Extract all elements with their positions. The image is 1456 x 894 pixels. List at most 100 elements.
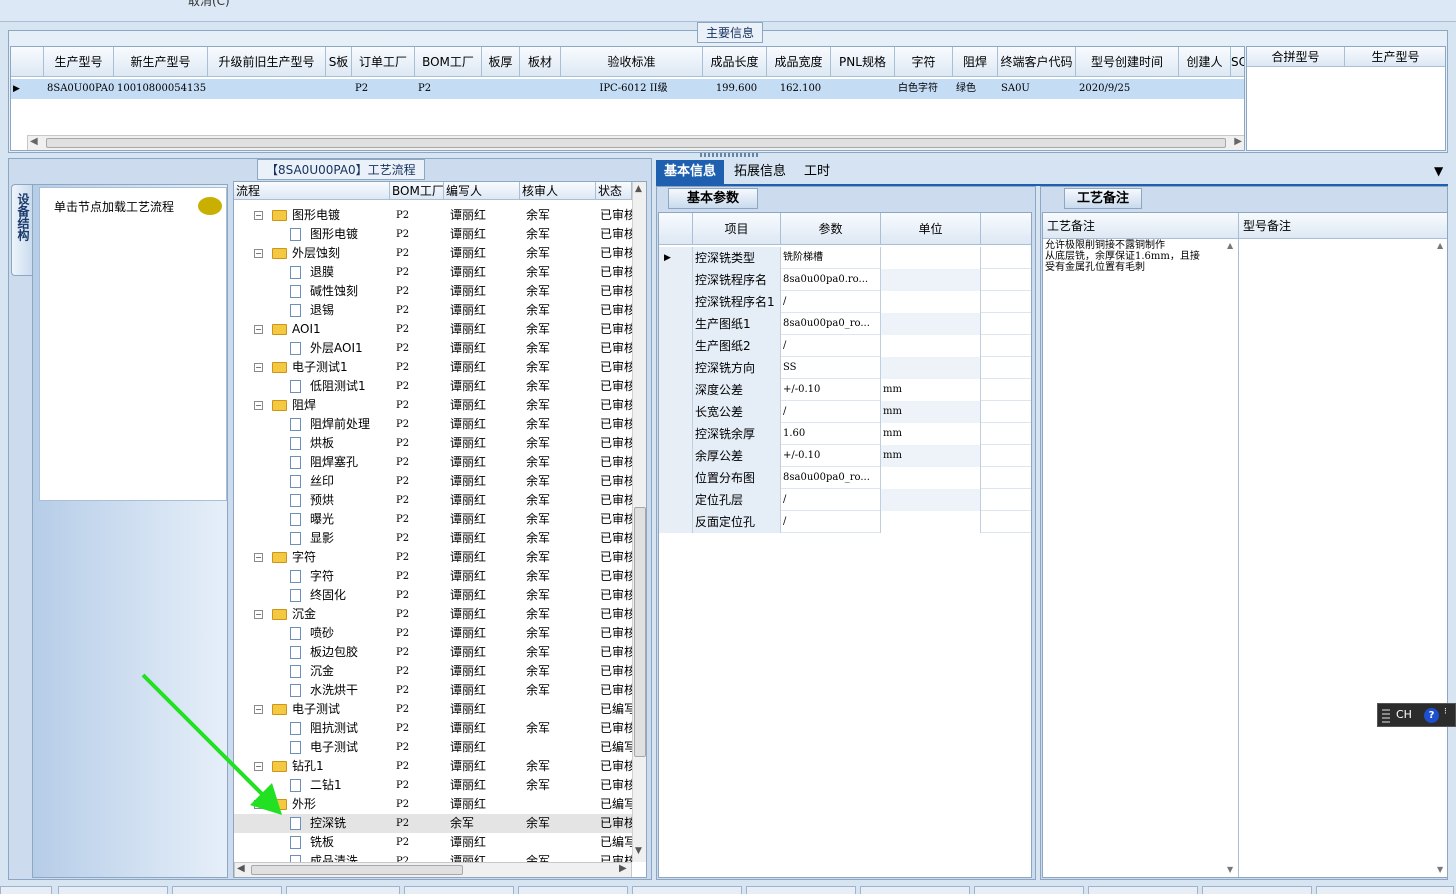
params-row[interactable]: 余厚公差 +/-0.10 mm: [659, 445, 1031, 467]
equipment-structure-tab[interactable]: 设备结构: [11, 184, 33, 276]
main-info-col-header[interactable]: 板材: [520, 47, 561, 77]
tree-col-header[interactable]: 核审人: [520, 182, 596, 200]
notes-scroll-up-icon[interactable]: ▲: [1227, 241, 1233, 250]
main-info-hscrollbar[interactable]: ◀ ▶: [27, 135, 1244, 150]
tree-row[interactable]: 成品清洗 P2 谭丽红 余军 已审核: [234, 852, 632, 862]
tree-collapse-icon[interactable]: −: [254, 363, 263, 372]
tree-node-label[interactable]: 电子测试: [292, 700, 390, 719]
params-row[interactable]: 生产图纸2/: [659, 335, 1031, 357]
params-value-cell[interactable]: /: [781, 511, 881, 533]
tree-collapse-icon[interactable]: −: [254, 211, 263, 220]
main-info-scroll-thumb[interactable]: [46, 138, 1226, 148]
tree-node-label[interactable]: 阻焊塞孔: [310, 453, 390, 472]
tree-row[interactable]: 二钻1 P2 谭丽红 余军 已审核: [234, 776, 632, 795]
tree-node-label[interactable]: 电子测试: [310, 738, 390, 757]
bottom-tab[interactable]: [172, 886, 282, 894]
tree-node-label[interactable]: 图形电镀: [292, 206, 390, 225]
tree-node-label[interactable]: 钻孔1: [292, 757, 390, 776]
params-value-cell[interactable]: 8sa0u00pa0_ro...: [781, 467, 881, 489]
params-unit-cell[interactable]: [881, 313, 981, 335]
scroll-right-icon[interactable]: ▶: [1234, 136, 1242, 147]
main-info-col-header[interactable]: 终端客户代码: [998, 47, 1076, 77]
params-value-cell[interactable]: /: [781, 291, 881, 313]
params-row[interactable]: 长宽公差 / mm: [659, 401, 1031, 423]
params-unit-cell[interactable]: [881, 357, 981, 379]
tree-row[interactable]: 退膜 P2 谭丽红 余军 已审核: [234, 263, 632, 282]
main-info-col-header[interactable]: 升级前旧生产型号: [208, 47, 326, 77]
tree-row[interactable]: 水洗烘干 P2 谭丽红 余军 已审核: [234, 681, 632, 700]
params-unit-cell[interactable]: mm: [881, 445, 981, 467]
bottom-tab[interactable]: [518, 886, 628, 894]
bottom-tab[interactable]: [860, 886, 970, 894]
params-unit-cell[interactable]: [881, 291, 981, 313]
params-unit-cell[interactable]: [881, 511, 981, 533]
tree-node-label[interactable]: 字符: [310, 567, 390, 586]
tree-node-label[interactable]: 外形: [292, 795, 390, 814]
main-info-col-header[interactable]: 成品宽度: [767, 47, 831, 77]
bottom-tab[interactable]: [58, 886, 168, 894]
tree-row[interactable]: − 外层蚀刻 P2 谭丽红 余军 已审核: [234, 244, 632, 263]
main-info-cell[interactable]: 8SA0U00PA0: [47, 79, 114, 99]
tree-row[interactable]: − 图形电镀 P2 谭丽红 余军 已审核: [234, 206, 632, 225]
tab-extended-info[interactable]: 拓展信息: [726, 160, 794, 184]
tree-node-label[interactable]: 低阻测试1: [310, 377, 390, 396]
params-value-cell[interactable]: 8sa0u00pa0.ro...: [781, 269, 881, 291]
tree-row[interactable]: 字符 P2 谭丽红 余军 已审核: [234, 567, 632, 586]
tree-row[interactable]: 沉金 P2 谭丽红 余军 已审核: [234, 662, 632, 681]
params-row[interactable]: 深度公差 +/-0.10 mm: [659, 379, 1031, 401]
params-unit-cell[interactable]: [881, 247, 981, 269]
main-info-col-header[interactable]: 型号创建时间: [1076, 47, 1179, 77]
bottom-tab[interactable]: [1316, 886, 1454, 894]
tree-row[interactable]: 外层AOI1 P2 谭丽红 余军 已审核: [234, 339, 632, 358]
bottom-tab[interactable]: [746, 886, 856, 894]
params-unit-cell[interactable]: [881, 489, 981, 511]
params-row[interactable]: 控深铣余厚 1.60 mm: [659, 423, 1031, 445]
tree-node-label[interactable]: 显影: [310, 529, 390, 548]
tree-row[interactable]: 喷砂 P2 谭丽红 余军 已审核: [234, 624, 632, 643]
main-info-cell[interactable]: 白色字符: [898, 79, 953, 99]
params-row[interactable]: 反面定位孔 /: [659, 511, 1031, 533]
tree-row[interactable]: 低阻测试1 P2 谭丽红 余军 已审核: [234, 377, 632, 396]
tree-row[interactable]: 显影 P2 谭丽红 余军 已审核: [234, 529, 632, 548]
tree-col-header[interactable]: 编写人: [444, 182, 520, 200]
tree-collapse-icon[interactable]: −: [254, 325, 263, 334]
tree-node-label[interactable]: 二钻1: [310, 776, 390, 795]
main-info-col-header[interactable]: 字符: [895, 47, 953, 77]
main-info-col-header[interactable]: 验收标准: [561, 47, 703, 77]
tree-node-label[interactable]: 电子测试1: [292, 358, 390, 377]
params-row[interactable]: 控深铣程序名1/: [659, 291, 1031, 313]
params-value-cell[interactable]: +/-0.10: [781, 445, 881, 467]
tree-collapse-icon[interactable]: −: [254, 249, 263, 258]
tree-row[interactable]: 阻焊塞孔 P2 谭丽红 余军 已审核: [234, 453, 632, 472]
cancel-button[interactable]: 取消(C): [188, 0, 230, 9]
tree-node-label[interactable]: 丝印: [310, 472, 390, 491]
main-info-cell[interactable]: P2: [355, 79, 415, 99]
tree-row[interactable]: 碱性蚀刻 P2 谭丽红 余军 已审核: [234, 282, 632, 301]
params-row[interactable]: 控深铣程序名 8sa0u00pa0.ro...: [659, 269, 1031, 291]
tree-node-label[interactable]: 曝光: [310, 510, 390, 529]
tree-node-label[interactable]: 阻焊: [292, 396, 390, 415]
tree-row[interactable]: −外形P2谭丽红已编写: [234, 795, 632, 814]
tree-node-label[interactable]: 退锡: [310, 301, 390, 320]
process-notes-cell[interactable]: 允许极限削铜接不露铜制作 从底层铣，余厚保证1.6mm，且接 受有金属孔位置有毛…: [1043, 239, 1239, 877]
tree-row[interactable]: 曝光 P2 谭丽红 余军 已审核: [234, 510, 632, 529]
tree-col-header[interactable]: 状态: [596, 182, 632, 200]
params-value-cell[interactable]: 8sa0u00pa0_ro...: [781, 313, 881, 335]
bottom-tab[interactable]: [0, 886, 52, 894]
tree-scroll-left-icon[interactable]: ◀: [237, 863, 245, 874]
params-unit-cell[interactable]: mm: [881, 401, 981, 423]
process-tree-vscrollbar[interactable]: ▲ ▼: [632, 182, 646, 862]
main-info-cell[interactable]: IPC-6012 II级: [564, 79, 703, 99]
params-row[interactable]: 位置分布图 8sa0u00pa0_ro...: [659, 467, 1031, 489]
tree-node-label[interactable]: 水洗烘干: [310, 681, 390, 700]
tree-row[interactable]: 阻焊前处理 P2 谭丽红 余军 已审核: [234, 415, 632, 434]
load-flow-box[interactable]: 单击节点加载工艺流程: [39, 187, 227, 501]
tree-row[interactable]: 退锡 P2 谭丽红 余军 已审核: [234, 301, 632, 320]
main-info-col-header[interactable]: 创建人: [1179, 47, 1231, 77]
params-unit-cell[interactable]: [881, 467, 981, 489]
params-value-cell[interactable]: 铣阶梯槽: [781, 247, 881, 269]
process-tree-scroll-thumb[interactable]: [634, 507, 646, 757]
tree-col-header[interactable]: 流程: [234, 182, 390, 200]
tree-row[interactable]: 图形电镀 P2 谭丽红 余军 已审核: [234, 225, 632, 244]
main-info-cell[interactable]: 199.600: [706, 79, 767, 99]
